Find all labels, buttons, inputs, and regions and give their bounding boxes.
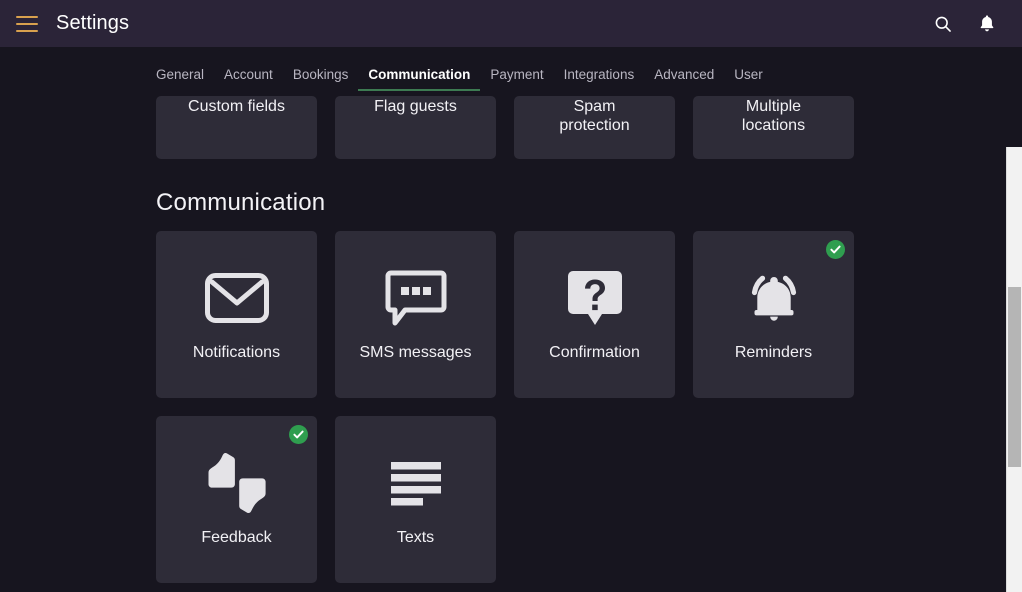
settings-inner: General Account Bookings Communication P…: [0, 47, 1006, 583]
vertical-scrollbar[interactable]: [1006, 147, 1022, 592]
card-label: Reminders: [734, 344, 813, 361]
bell-ringing-icon: [741, 263, 807, 333]
card-label: Texts: [396, 529, 435, 546]
settings-content: General Account Bookings Communication P…: [0, 47, 1022, 592]
card-label: Confirmation: [549, 344, 640, 361]
card-notifications[interactable]: Notifications: [156, 231, 317, 398]
tab-account[interactable]: Account: [214, 68, 283, 91]
tab-payment[interactable]: Payment: [480, 68, 553, 91]
card-feedback[interactable]: Feedback: [156, 416, 317, 583]
clipped-card-row: Custom fields Flag guests Spam protectio…: [156, 96, 1006, 159]
card-label: Spam protection: [559, 98, 630, 134]
card-reminders[interactable]: Reminders: [693, 231, 854, 398]
communication-card-grid: Notifications SMS messages Confirmation …: [156, 231, 1006, 583]
card-spam-protection[interactable]: Spam protection: [514, 96, 675, 159]
tab-integrations[interactable]: Integrations: [554, 68, 645, 91]
tab-communication[interactable]: Communication: [358, 68, 481, 91]
scrollbar-thumb[interactable]: [1008, 287, 1021, 467]
question-bubble-icon: [566, 263, 624, 333]
hamburger-icon[interactable]: [16, 15, 38, 32]
card-texts[interactable]: Texts: [335, 416, 496, 583]
enabled-check-badge: [826, 240, 845, 259]
thumbs-up-down-icon: [201, 448, 273, 518]
text-lines-icon: [390, 448, 442, 518]
scrollbar-gutter-top: [1006, 47, 1022, 147]
card-label: Flag guests: [374, 98, 457, 115]
card-confirmation[interactable]: Confirmation: [514, 231, 675, 398]
tab-advanced[interactable]: Advanced: [644, 68, 724, 91]
app-header: Settings: [0, 0, 1022, 47]
chat-bubble-dots-icon: [385, 263, 447, 333]
card-multiple-locations[interactable]: Multiple locations: [693, 96, 854, 159]
enabled-check-badge: [289, 425, 308, 444]
card-flag-guests[interactable]: Flag guests: [335, 96, 496, 159]
tab-bookings[interactable]: Bookings: [283, 68, 359, 91]
card-label: Feedback: [201, 529, 272, 546]
bell-icon[interactable]: [976, 13, 998, 35]
header-actions: [932, 13, 1006, 35]
card-custom-fields[interactable]: Custom fields: [156, 96, 317, 159]
card-label: Custom fields: [188, 98, 285, 115]
settings-tabs: General Account Bookings Communication P…: [156, 47, 1006, 91]
section-title-communication: Communication: [156, 189, 326, 216]
card-label: SMS messages: [359, 344, 472, 361]
card-sms-messages[interactable]: SMS messages: [335, 231, 496, 398]
tab-general[interactable]: General: [156, 68, 214, 91]
card-label: Multiple locations: [741, 98, 806, 134]
search-icon[interactable]: [932, 13, 954, 35]
page-title: Settings: [56, 12, 130, 34]
envelope-icon: [204, 263, 269, 333]
card-label: Notifications: [192, 344, 281, 361]
tab-user[interactable]: User: [724, 68, 773, 91]
